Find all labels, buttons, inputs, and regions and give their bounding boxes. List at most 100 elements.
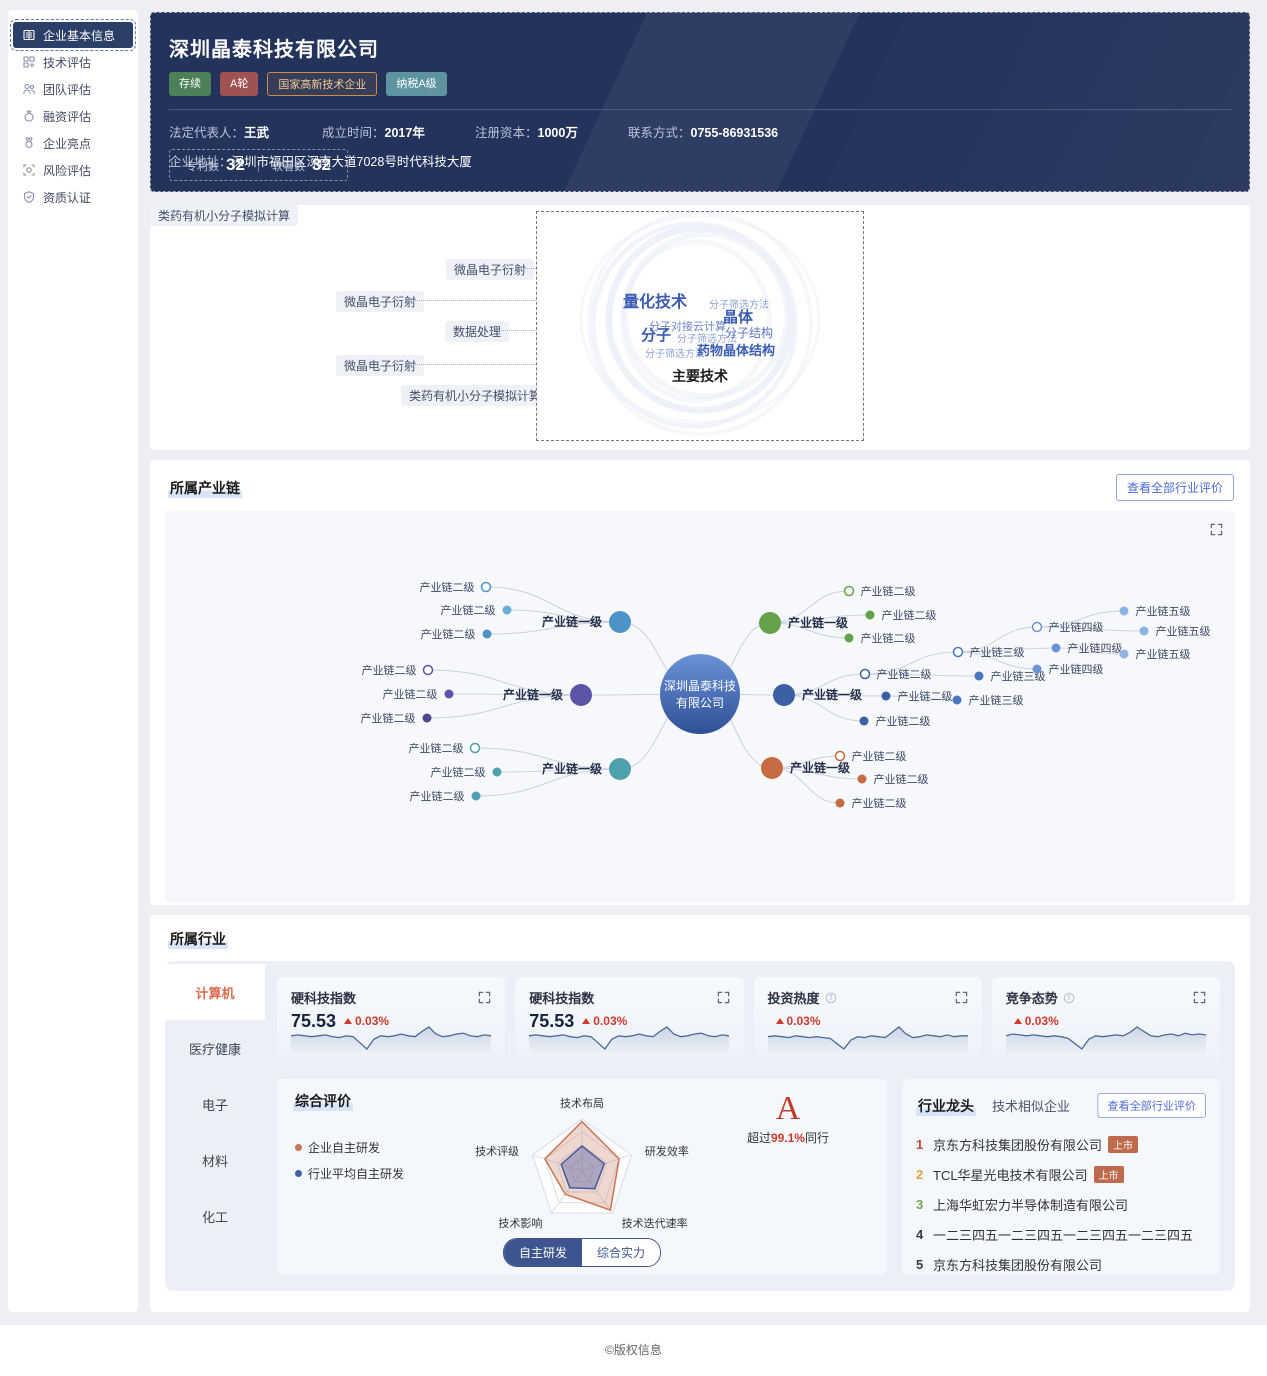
tab-industry-leaders[interactable]: 行业龙头	[916, 1095, 976, 1116]
toggle-self-rd[interactable]: 自主研发	[503, 1239, 582, 1266]
sidebar-item-team-evaluation[interactable]: 团队评估	[13, 76, 133, 102]
svg-text:产业链四级: 产业链四级	[1068, 641, 1123, 655]
sidebar: 企业基本信息 技术评估 团队评估 融资评估 企业亮点 风险评估 资质认证	[8, 10, 138, 1312]
svg-text:技术布局: 技术布局	[560, 1097, 604, 1110]
grade-letter: A	[775, 1090, 801, 1127]
legend-dot-icon	[295, 1144, 302, 1151]
listed-badge: 上市	[1093, 1165, 1124, 1183]
metric-title: 硬科技指数	[291, 991, 357, 1006]
fullscreen-icon[interactable]	[717, 991, 730, 1004]
svg-text:产业链五级: 产业链五级	[1136, 647, 1191, 661]
svg-text:产业链二级: 产业链二级	[431, 765, 486, 779]
list-item: 2 TCL华星光电技术有限公司 上市	[916, 1159, 1206, 1189]
shield-check-icon	[22, 190, 36, 204]
copyright-footer: ©版权信息	[0, 1325, 1267, 1376]
sidebar-item-label: 技术评估	[43, 55, 92, 70]
svg-text:深圳晶泰科技: 深圳晶泰科技	[664, 679, 736, 693]
svg-text:技术迭代速率: 技术迭代速率	[622, 1216, 688, 1230]
cloud-word: 分子结构	[725, 326, 774, 340]
listed-badge: 上市	[1108, 1135, 1139, 1153]
company-link[interactable]: TCL华星光电技术有限公司	[933, 1165, 1088, 1184]
svg-text:产业链二级: 产业链二级	[409, 741, 464, 755]
tech-callout-label: 类药有机小分子模拟计算	[401, 385, 550, 406]
hard-tech-index-card: 硬科技指数 75.53 0.03%	[277, 977, 506, 1063]
company-link[interactable]: 上海华虹宏力半导体制造有限公司	[933, 1195, 1128, 1214]
fullscreen-icon[interactable]	[478, 991, 491, 1004]
svg-text:技术影响: 技术影响	[498, 1217, 542, 1230]
tech-cloud-card: 微晶电子衍射 微晶电子衍射 数据处理 微晶电子衍射 类药有机小分子模拟计算 量化…	[150, 205, 1250, 450]
view-all-industry-evaluation-button[interactable]: 查看全部行业评价	[1115, 474, 1234, 501]
building-icon	[22, 28, 36, 42]
trend-sparkline	[529, 1021, 730, 1055]
evaluation-radar-chart: 技术布局 研发效率 技术迭代速率 技术影响 技术评级	[432, 1093, 732, 1248]
cloud-word: 药物晶体结构	[697, 343, 776, 358]
fullscreen-icon[interactable]	[1193, 991, 1206, 1004]
callout-line	[512, 268, 536, 269]
svg-text:产业链二级: 产业链二级	[383, 687, 438, 701]
svg-text:产业链二级: 产业链二级	[420, 580, 475, 594]
header-divider	[169, 109, 1231, 110]
metric-title: 投资热度	[767, 991, 820, 1006]
grade-block: A 超过99.1%同行	[747, 1091, 829, 1146]
hard-tech-index-card: 硬科技指数 75.53 0.03%	[515, 977, 744, 1063]
comprehensive-evaluation-panel: 综合评价 企业自主研发 行业平均自主研发 技术布局 研发效率 技术迭代速率 技术影响技…	[277, 1079, 887, 1275]
tab-chemical[interactable]: 化工	[165, 1188, 265, 1244]
svg-text:有限公司: 有限公司	[676, 696, 724, 710]
fullscreen-icon[interactable]	[955, 991, 968, 1004]
mindmap-canvas: 产业链一级产业链一级产业链一级产业链一级产业链一级产业链一级产业链二级产业链二级…	[361, 580, 1211, 810]
svg-text:产业链三级: 产业链三级	[970, 645, 1025, 659]
company-link[interactable]: 一二三四五一二三四五一二三四五一二三四五	[933, 1225, 1193, 1244]
sidebar-item-company-highlights[interactable]: 企业亮点	[13, 130, 133, 156]
svg-text:产业链一级: 产业链一级	[802, 687, 862, 702]
rank-number: 2	[916, 1166, 924, 1182]
svg-text:研发效率: 研发效率	[645, 1144, 689, 1158]
industry-chain-mindmap[interactable]: 产业链一级 产业链一级 产业链一级 产业链一级 产业链一级 产业链一级 产业链二级 产业链二级…	[165, 511, 1235, 903]
tab-similar-tech-companies[interactable]: 技术相似企业	[992, 1096, 1070, 1115]
status-badge: 存续	[169, 72, 211, 96]
fullscreen-icon[interactable]	[1210, 523, 1223, 536]
company-link[interactable]: 京东方科技集团股份有限公司	[933, 1255, 1102, 1274]
tech-callout-label: 数据处理	[445, 321, 510, 342]
callout-line	[491, 330, 536, 331]
tab-materials[interactable]: 材料	[165, 1132, 265, 1188]
company-link[interactable]: 京东方科技集团股份有限公司	[933, 1135, 1102, 1154]
tab-computer[interactable]: 计算机	[165, 964, 265, 1020]
sidebar-item-financing-evaluation[interactable]: 融资评估	[13, 103, 133, 129]
evaluation-title: 综合评价	[293, 1091, 353, 1111]
sidebar-item-label: 资质认证	[43, 190, 92, 205]
svg-text:产业链五级: 产业链五级	[1136, 604, 1191, 618]
toggle-overall-strength[interactable]: 综合实力	[582, 1239, 661, 1266]
leader-list: 1 京东方科技集团股份有限公司 上市 2 TCL华星光电技术有限公司 上市 3 …	[916, 1129, 1206, 1279]
tab-medical-health[interactable]: 医疗健康	[165, 1020, 265, 1076]
info-icon[interactable]	[825, 992, 837, 1004]
sidebar-item-company-info[interactable]: 企业基本信息	[10, 19, 136, 51]
svg-text:产业链一级: 产业链一级	[542, 761, 602, 776]
risk-scan-icon	[22, 163, 36, 177]
rank-number: 1	[916, 1136, 924, 1152]
view-all-industry-evaluation-button[interactable]: 查看全部行业评价	[1097, 1093, 1206, 1118]
svg-text:产业链二级: 产业链二级	[852, 749, 907, 763]
sidebar-item-label: 风险评估	[43, 163, 92, 178]
svg-text:产业链二级: 产业链二级	[876, 714, 931, 728]
list-item: 1 京东方科技集团股份有限公司 上市	[916, 1129, 1206, 1159]
svg-text:产业链一级: 产业链一级	[790, 760, 850, 775]
svg-text:产业链一级: 产业链一级	[503, 687, 563, 702]
industry-chain-title: 所属产业链	[168, 477, 242, 498]
legend-item-company: 企业自主研发	[295, 1139, 404, 1156]
svg-text:产业链二级: 产业链二级	[421, 627, 476, 641]
sidebar-item-label: 企业亮点	[43, 136, 92, 151]
sidebar-item-risk-evaluation[interactable]: 风险评估	[13, 157, 133, 183]
tab-electronics[interactable]: 电子	[165, 1076, 265, 1132]
sidebar-item-certification[interactable]: 资质认证	[13, 184, 133, 210]
info-icon[interactable]	[1063, 992, 1075, 1004]
patent-count: 专利数 32	[186, 155, 245, 174]
legend-dot-icon	[295, 1170, 302, 1177]
sidebar-item-tech-evaluation[interactable]: 技术评估	[13, 49, 133, 75]
svg-text:产业链三级: 产业链三级	[969, 693, 1024, 707]
industry-leaders-panel: 行业龙头 技术相似企业 查看全部行业评价 1 京东方科技集团股份有限公司 上市	[902, 1079, 1220, 1275]
cloud-word: 分子	[641, 327, 672, 344]
svg-text:产业链一级: 产业链一级	[788, 615, 848, 630]
svg-text:产业链二级: 产业链二级	[361, 711, 416, 725]
registered-capital-field: 注册资本：1000万	[475, 126, 578, 140]
trend-sparkline	[767, 1021, 968, 1055]
